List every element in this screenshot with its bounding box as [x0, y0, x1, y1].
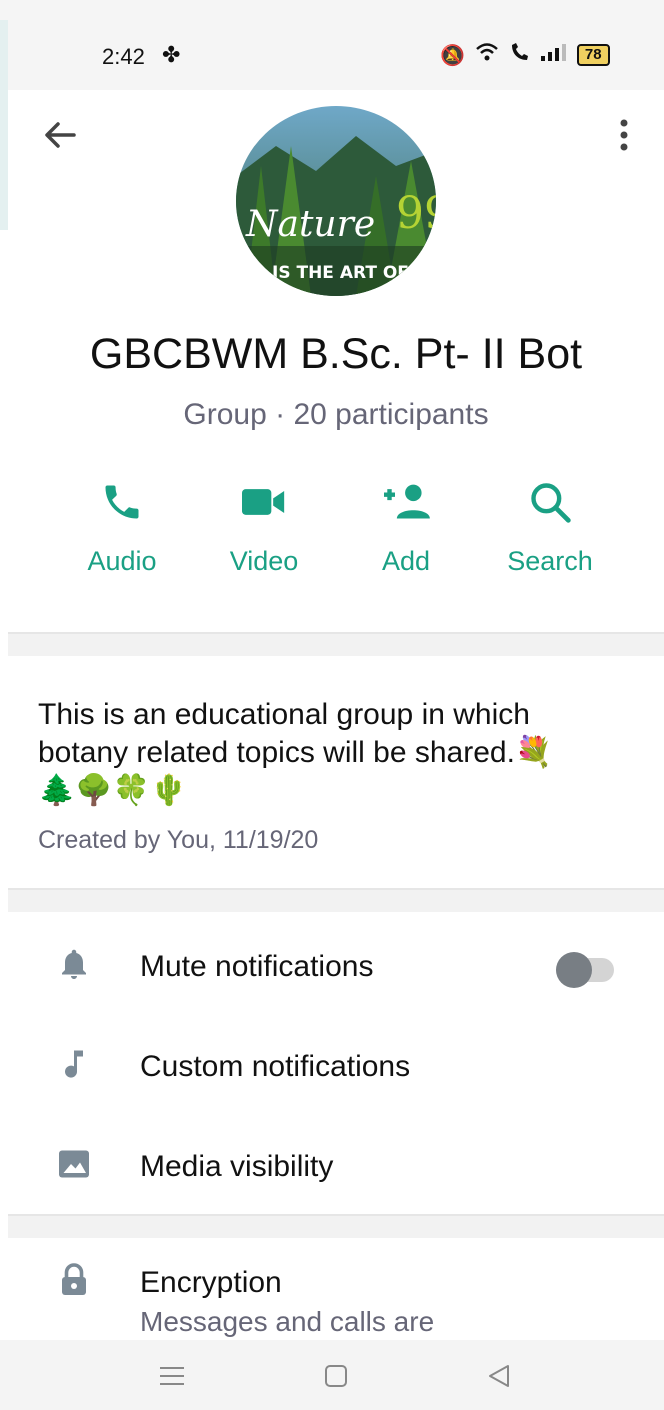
description-line: This is an educational group in which: [38, 698, 530, 731]
bell-off-icon: 🔕: [440, 44, 465, 67]
music-note-icon: [65, 1050, 83, 1078]
status-time: 2:42: [102, 44, 145, 69]
back-nav-icon[interactable]: [480, 1360, 520, 1392]
search-icon: [531, 483, 571, 523]
group-avatar[interactable]: Nature 99 IS THE ART OF G: [236, 106, 436, 296]
left-edge-strip: [0, 20, 8, 230]
add-person-icon: [384, 484, 430, 519]
status-bar: 2:42 ✤ 🔕 78: [0, 0, 664, 90]
menu-nav-icon[interactable]: [152, 1360, 192, 1392]
custom-notifications-row[interactable]: Custom notifications: [0, 1026, 664, 1106]
signal-icon: [540, 43, 567, 67]
home-nav-icon[interactable]: [316, 1360, 356, 1392]
group-subtitle: Group · 20 participants: [183, 398, 489, 431]
audio-call-button[interactable]: Audio: [52, 480, 192, 577]
search-button[interactable]: Search: [480, 480, 620, 577]
search-label: Search: [507, 546, 593, 576]
svg-text:99: 99: [396, 188, 436, 239]
system-nav-bar: [0, 1340, 664, 1410]
media-visibility-row[interactable]: Media visibility: [0, 1126, 664, 1206]
group-name: GBCBWM B.Sc. Pt- II Bot: [89, 330, 583, 378]
bell-icon: [62, 949, 86, 979]
created-info: Created by You, 11/19/20: [38, 826, 319, 854]
phone-icon: [105, 485, 139, 519]
add-participant-button[interactable]: Add: [336, 480, 476, 577]
video-call-button[interactable]: Video: [194, 480, 334, 577]
setting-label: Custom notifications: [140, 1050, 411, 1083]
encryption-subtext: Messages and calls are: [140, 1306, 435, 1337]
avatar-text-main: Nature: [245, 204, 375, 245]
encryption-label: Encryption: [140, 1266, 282, 1299]
group-description[interactable]: This is an educational group in which bo…: [38, 696, 638, 810]
back-arrow-icon[interactable]: [40, 115, 80, 155]
image-icon: [59, 1150, 89, 1178]
mute-notifications-row[interactable]: Mute notifications: [0, 926, 664, 1006]
setting-label: Mute notifications: [140, 950, 374, 983]
section-divider: [8, 632, 664, 656]
status-icons: 🔕 78: [440, 42, 610, 68]
description-line: botany related topics will be shared.💐: [38, 736, 553, 769]
lock-icon: [62, 1263, 86, 1295]
audio-label: Audio: [87, 546, 157, 576]
description-emojis: 🌲🌳🍀🌵: [38, 774, 188, 807]
wifi-calling-icon: [509, 42, 531, 68]
video-camera-icon: [242, 489, 285, 515]
toggle-knob: [556, 952, 592, 988]
avatar-text-sub: IS THE ART OF G: [272, 263, 429, 283]
mute-toggle[interactable]: [556, 952, 614, 988]
more-options-icon[interactable]: [612, 115, 636, 155]
section-divider: [8, 1214, 664, 1238]
video-label: Video: [229, 546, 299, 576]
add-label: Add: [381, 546, 431, 576]
section-divider: [8, 888, 664, 912]
battery-indicator: 78: [576, 44, 610, 66]
setting-label: Media visibility: [140, 1150, 334, 1183]
wifi-icon: [475, 42, 499, 68]
fan-icon: ✤: [162, 42, 181, 67]
